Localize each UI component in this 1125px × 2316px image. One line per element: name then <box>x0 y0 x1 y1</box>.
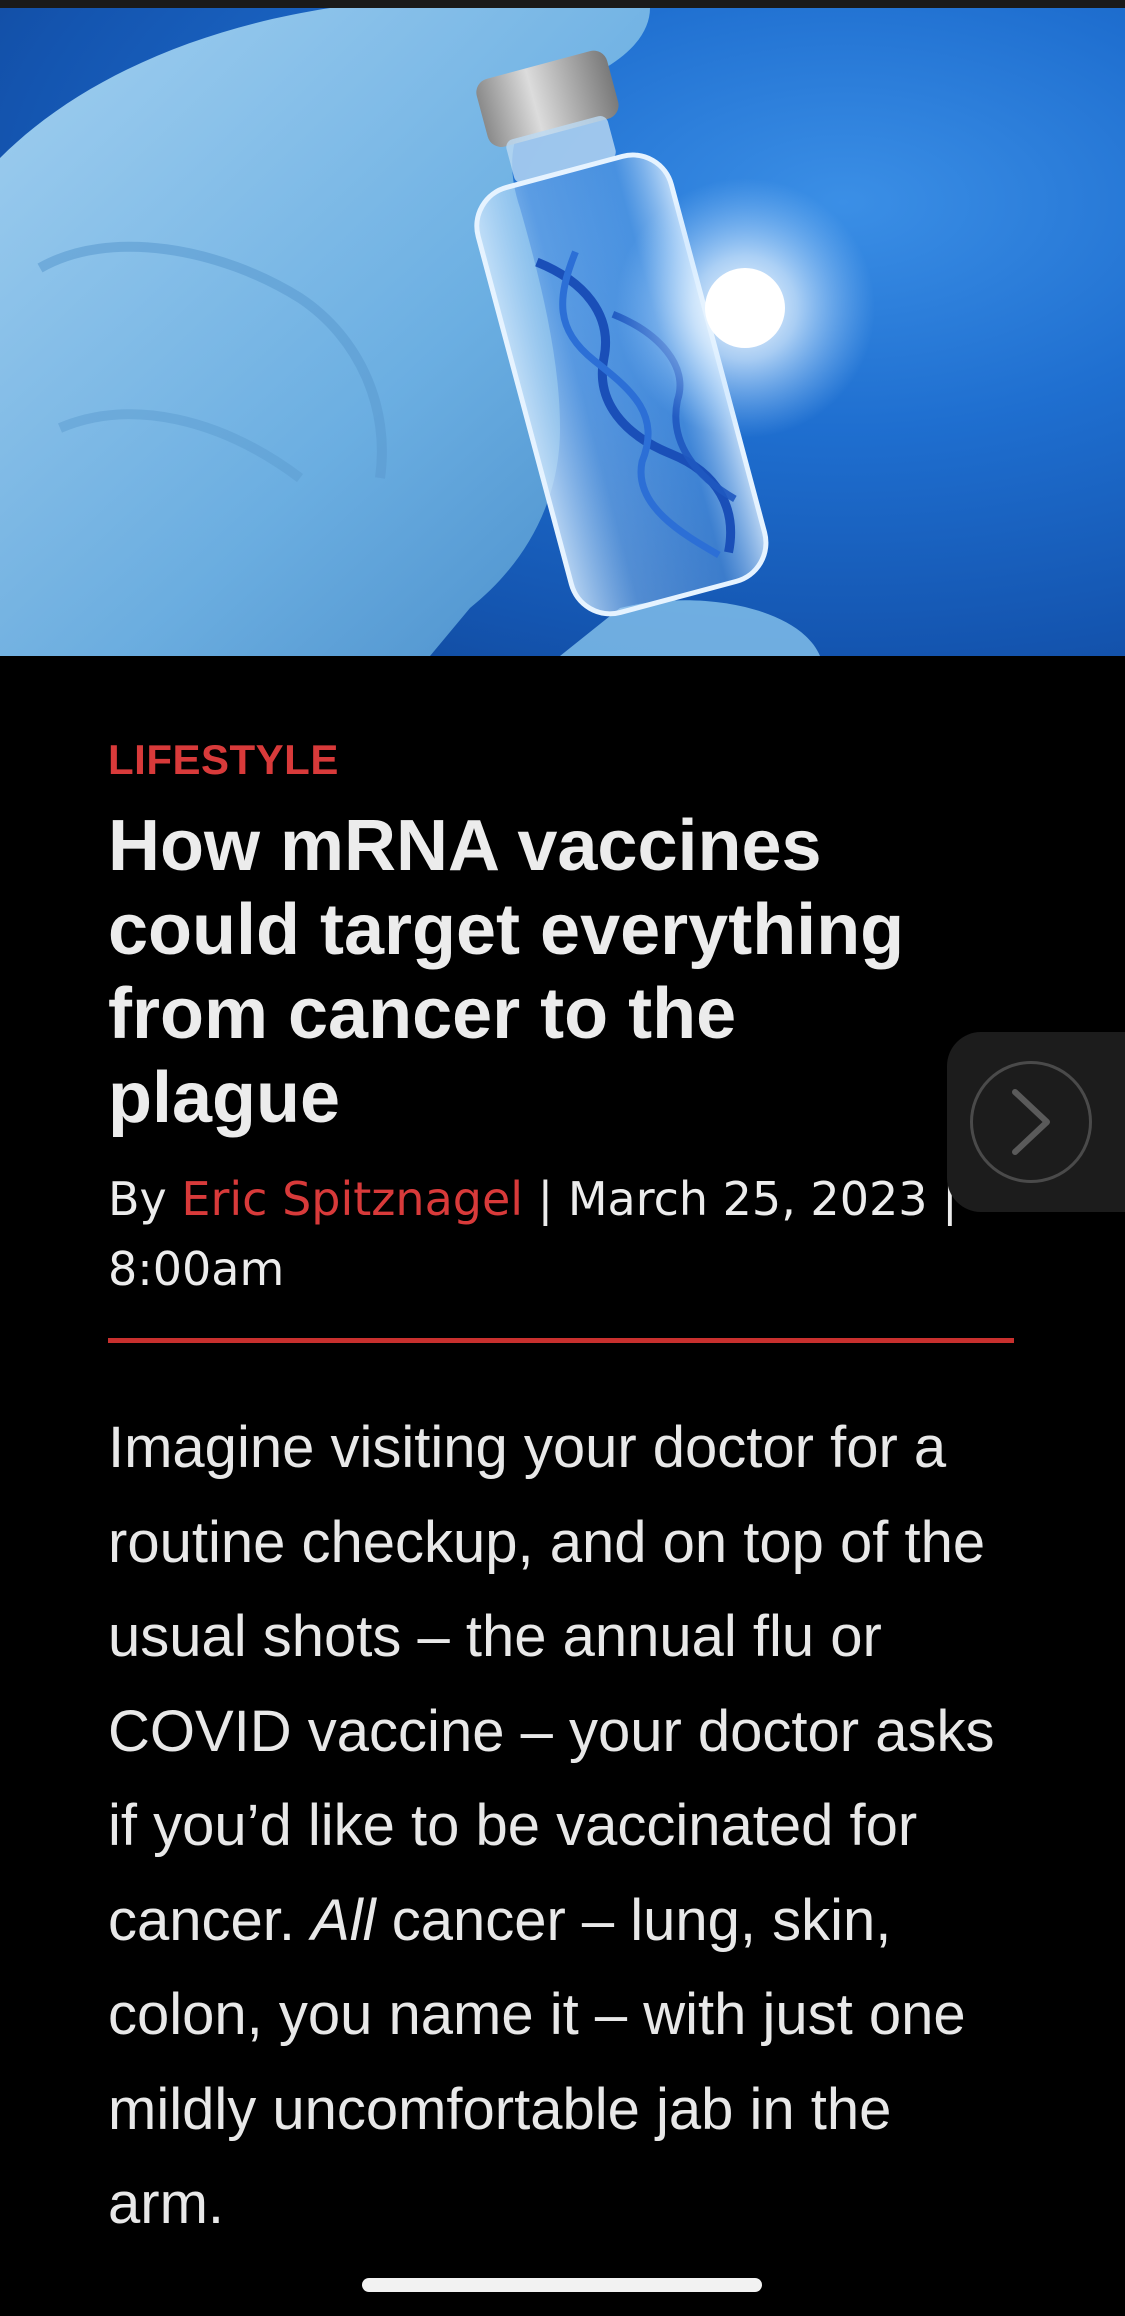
article-body: Imagine visiting your doctor for a routi… <box>108 1401 1018 2252</box>
publish-time: 8:00am <box>108 1242 285 1296</box>
byline-separator: | <box>523 1172 568 1226</box>
chevron-right-icon <box>1012 1089 1050 1155</box>
category-label[interactable]: LIFESTYLE <box>108 730 1018 790</box>
publish-date: March 25, 2023 <box>567 1172 928 1226</box>
home-indicator[interactable] <box>362 2278 762 2292</box>
article-headline: How mRNA vaccines could target everythin… <box>108 806 905 1138</box>
author-link[interactable]: Eric Spitznagel <box>181 1172 523 1226</box>
byline-prefix: By <box>108 1172 182 1226</box>
vaccine-vial-dna-image <box>0 8 875 656</box>
divider <box>108 1338 1014 1343</box>
body-paragraph: Imagine visiting your doctor for a routi… <box>108 1401 1018 2252</box>
article-page: LIFESTYLE How mRNA vaccines could target… <box>0 0 1125 2316</box>
next-article-button[interactable] <box>947 1032 1125 1212</box>
body-text: Imagine visiting your doctor for a routi… <box>108 1415 995 1953</box>
article-content: LIFESTYLE How mRNA vaccines could target… <box>108 730 1018 2252</box>
byline: By Eric Spitznagel | March 25, 2023 | 8:0… <box>108 1164 1018 1304</box>
next-button-ring <box>970 1061 1092 1183</box>
hero-image <box>0 8 1125 656</box>
status-strip <box>0 0 1125 8</box>
body-emphasis: All <box>311 1887 376 1953</box>
